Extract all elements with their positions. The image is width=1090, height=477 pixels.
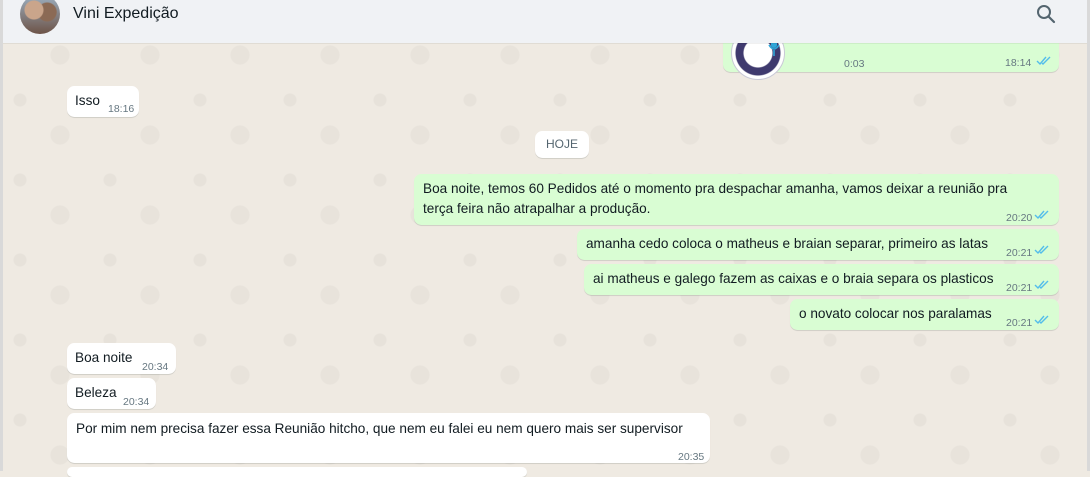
- incoming-message[interactable]: Boa noite 20:34: [67, 343, 176, 374]
- incoming-message[interactable]: Beleza 20:34: [67, 378, 156, 409]
- outgoing-message[interactable]: ai matheus e galego fazem as caixas e o …: [584, 264, 1059, 295]
- read-ticks-icon: [1034, 315, 1049, 325]
- message-time: 20:34: [123, 396, 150, 408]
- message-text: Beleza: [75, 385, 117, 400]
- message-text: o novato colocar nos paralamas: [799, 306, 992, 321]
- incoming-message[interactable]: Por mim nem precisa fazer essa Reunião h…: [67, 413, 710, 463]
- message-time: 20:21: [1006, 247, 1033, 259]
- message-time: 20:20: [1006, 212, 1033, 224]
- message-time: 18:16: [108, 103, 135, 115]
- message-text: amanha cedo coloca o matheus e braian se…: [586, 236, 988, 251]
- day-separator: HOJE: [535, 131, 589, 158]
- chat-header[interactable]: Vini Expedição: [3, 0, 1087, 43]
- message-time: 20:21: [1006, 317, 1033, 329]
- message-text: Isso: [75, 93, 100, 108]
- message-time: 20:21: [1006, 282, 1033, 294]
- message-text: Por mim nem precisa fazer essa Reunião h…: [76, 421, 683, 436]
- message-text-line-2: terça feira não atrapalhar a produção.: [423, 201, 651, 216]
- outgoing-message[interactable]: Boa noite, temos 60 Pedidos até o moment…: [414, 174, 1059, 225]
- message-text: Boa noite: [75, 350, 133, 365]
- window-edge-left: [0, 0, 3, 471]
- outgoing-message[interactable]: amanha cedo coloca o matheus e braian se…: [577, 229, 1059, 260]
- read-ticks-icon: [1034, 210, 1049, 220]
- contact-name[interactable]: Vini Expedição: [73, 5, 179, 23]
- incoming-message-partial[interactable]: [67, 467, 527, 477]
- outgoing-message[interactable]: o novato colocar nos paralamas 20:21: [790, 299, 1059, 330]
- read-ticks-icon: [1034, 280, 1049, 290]
- contact-avatar[interactable]: [20, 0, 60, 34]
- voice-duration: 0:03: [844, 58, 865, 70]
- message-time: 20:35: [678, 451, 705, 463]
- read-ticks-icon: [1034, 245, 1049, 255]
- search-icon[interactable]: [1036, 4, 1056, 24]
- incoming-message[interactable]: Isso 18:16: [67, 86, 139, 117]
- message-time: 20:34: [142, 361, 169, 373]
- message-time: 18:14: [1005, 57, 1032, 69]
- message-text-line-1: Boa noite, temos 60 Pedidos até o moment…: [423, 181, 1008, 196]
- message-text: ai matheus e galego fazem as caixas e o …: [593, 271, 994, 286]
- read-ticks-icon: [1036, 56, 1051, 66]
